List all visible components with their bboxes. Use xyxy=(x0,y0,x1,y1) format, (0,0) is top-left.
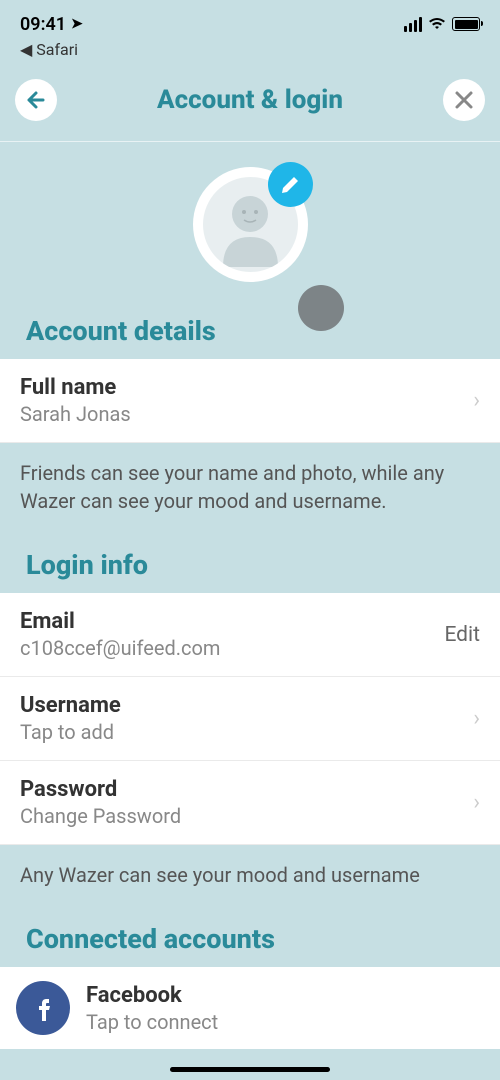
wifi-icon xyxy=(428,17,446,31)
status-icons xyxy=(404,17,480,32)
facebook-row[interactable]: Facebook Tap to connect xyxy=(0,967,500,1049)
username-value: Tap to add xyxy=(20,720,473,744)
email-edit-link[interactable]: Edit xyxy=(444,623,480,647)
close-button[interactable] xyxy=(443,79,485,121)
email-label: Email xyxy=(20,609,444,634)
email-row[interactable]: Email c108ccef@uifeed.com Edit xyxy=(0,593,500,677)
location-icon: ➤ xyxy=(71,16,83,32)
facebook-label: Facebook xyxy=(86,983,484,1008)
full-name-value: Sarah Jonas xyxy=(20,402,473,426)
avatar[interactable] xyxy=(193,167,308,282)
login-info-hint: Any Wazer can see your mood and username xyxy=(0,845,500,905)
section-title-account-details: Account details xyxy=(0,297,500,359)
close-icon xyxy=(453,89,475,111)
facebook-icon xyxy=(16,981,70,1035)
pencil-icon xyxy=(280,175,300,195)
password-row[interactable]: Password Change Password › xyxy=(0,761,500,845)
status-time: 09:41 xyxy=(20,14,66,35)
arrow-left-icon xyxy=(24,88,48,112)
account-details-hint: Friends can see your name and photo, whi… xyxy=(0,443,500,531)
status-bar: 09:41 ➤ xyxy=(0,0,500,40)
chevron-right-icon: › xyxy=(473,790,480,815)
status-time-group: 09:41 ➤ xyxy=(20,14,83,35)
chevron-right-icon: › xyxy=(473,706,480,731)
full-name-row[interactable]: Full name Sarah Jonas › xyxy=(0,359,500,443)
facebook-value: Tap to connect xyxy=(86,1010,484,1034)
avatar-section xyxy=(0,142,500,297)
chevron-right-icon: › xyxy=(473,388,480,413)
password-value: Change Password xyxy=(20,804,473,828)
username-row[interactable]: Username Tap to add › xyxy=(0,677,500,761)
full-name-label: Full name xyxy=(20,375,473,400)
page-title: Account & login xyxy=(157,85,343,115)
edit-avatar-button[interactable] xyxy=(268,162,313,207)
section-title-login-info: Login info xyxy=(0,531,500,593)
password-label: Password xyxy=(20,777,473,802)
home-indicator[interactable] xyxy=(170,1067,330,1072)
battery-icon xyxy=(452,17,480,31)
email-value: c108ccef@uifeed.com xyxy=(20,636,444,660)
section-title-connected: Connected accounts xyxy=(0,905,500,967)
username-label: Username xyxy=(20,693,473,718)
back-to-safari[interactable]: ◀ Safari xyxy=(0,40,500,59)
page-header: Account & login xyxy=(0,67,500,142)
signal-icon xyxy=(404,17,422,32)
back-button[interactable] xyxy=(15,79,57,121)
indicator-dot xyxy=(298,285,344,331)
